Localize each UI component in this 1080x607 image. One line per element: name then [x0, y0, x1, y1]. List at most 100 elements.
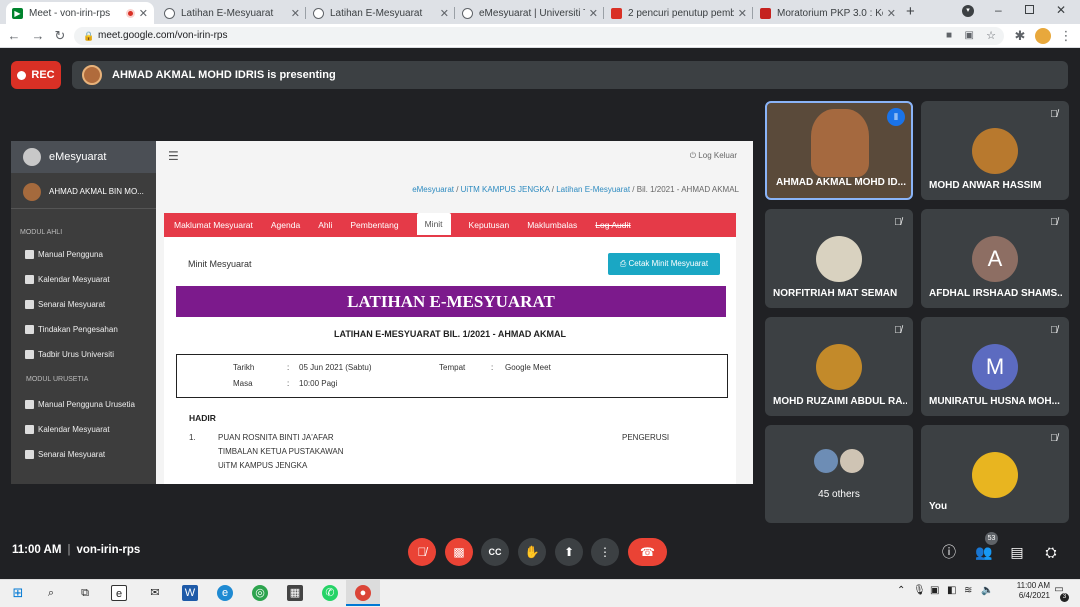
- user-avatar: [23, 182, 41, 201]
- raise-hand-button[interactable]: ✋: [518, 538, 546, 566]
- tab-meet[interactable]: ▶ Meet - von-irin-rps ✕: [6, 2, 154, 24]
- close-tab-icon[interactable]: ✕: [887, 7, 896, 20]
- taskbar-clock[interactable]: 11:00 AM 6/4/2021: [1017, 581, 1050, 601]
- logout-link[interactable]: ⏻ Log Keluar: [690, 151, 737, 161]
- video-feed: [811, 109, 869, 177]
- tab-pembentang[interactable]: Pembentang: [350, 220, 398, 230]
- people-icon[interactable]: 👥: [974, 542, 994, 562]
- edge-icon[interactable]: e: [217, 585, 233, 601]
- sidebar-item-manual[interactable]: Manual Pengguna: [25, 250, 103, 259]
- tray-chevron-icon[interactable]: ⌃: [897, 585, 905, 596]
- forward-icon[interactable]: →: [30, 28, 46, 44]
- info-icon[interactable]: ⓘ: [939, 542, 959, 562]
- camera-icon[interactable]: ■: [946, 27, 952, 45]
- whatsapp-icon[interactable]: ✆: [322, 585, 338, 601]
- sidebar-item-senarai-urusetia[interactable]: Senarai Mesyuarat: [25, 450, 105, 459]
- sidebar-item-tindakan[interactable]: Tindakan Pengesahan: [25, 325, 118, 334]
- cast-icon[interactable]: ▣: [965, 27, 974, 45]
- volume-icon[interactable]: 🔈: [981, 585, 993, 596]
- search-icon[interactable]: ⌕: [43, 585, 59, 601]
- participant-tile-presenter[interactable]: ⦀ AHMAD AKMAL MOHD ID...: [765, 101, 913, 200]
- close-tab-icon[interactable]: ✕: [139, 7, 148, 20]
- captions-button[interactable]: CC: [481, 538, 509, 566]
- mail-icon[interactable]: ✉: [147, 585, 163, 601]
- tab-maklumbalas[interactable]: Maklumbalas: [527, 220, 577, 230]
- participant-tile[interactable]: 🎙̸ A AFDHAL IRSHAAD SHAMS...: [921, 209, 1069, 308]
- colon: :: [287, 379, 290, 388]
- sidebar-item-senarai[interactable]: Senarai Mesyuarat: [25, 300, 105, 309]
- close-tab-icon[interactable]: ✕: [440, 7, 449, 20]
- print-minutes-button[interactable]: ⎙ Cetak Minit Mesyuarat: [608, 253, 720, 275]
- tab-maklumat[interactable]: Maklumat Mesyuarat: [174, 220, 253, 230]
- sidebar-item-kalendar-urusetia[interactable]: Kalendar Mesyuarat: [25, 425, 110, 434]
- masa-label: Masa: [233, 379, 253, 388]
- close-window-icon[interactable]: ✕: [1056, 3, 1066, 17]
- tab-ahli[interactable]: Ahli: [318, 220, 332, 230]
- hamburger-icon[interactable]: ☰: [168, 149, 179, 163]
- tab-moratorium[interactable]: Moratorium PKP 3.0 : Kelay ✕: [754, 2, 902, 24]
- section-modul-urusetia: MODUL URUSETIA: [26, 376, 89, 383]
- tab-keputusan[interactable]: Keputusan: [469, 220, 510, 230]
- tab-latihan-2[interactable]: Latihan E-Mesyuarat ✕: [307, 2, 455, 24]
- bookmark-star-icon[interactable]: ☆: [986, 27, 996, 45]
- reload-icon[interactable]: ↻: [52, 28, 68, 44]
- sidebar-user[interactable]: AHMAD AKMAL BIN MO...: [11, 175, 156, 209]
- address-bar[interactable]: 🔒 meet.google.com/von-irin-rps ■ ▣ ☆: [74, 27, 1004, 45]
- close-tab-icon[interactable]: ✕: [589, 7, 598, 20]
- breadcrumb-item[interactable]: eMesyuarat: [412, 185, 454, 194]
- news-icon: [611, 7, 622, 19]
- breadcrumb-item[interactable]: UiTM KAMPUS JENGKA: [461, 185, 550, 194]
- mic-toggle-button[interactable]: 🎙̸: [408, 538, 436, 566]
- extensions-icon[interactable]: ✱: [1012, 28, 1028, 44]
- meeting-tabs: Maklumat Mesyuarat Agenda Ahli Pembentan…: [164, 213, 736, 237]
- minimize-icon[interactable]: –: [995, 3, 1002, 17]
- participant-tile[interactable]: 🎙̸ M MUNIRATUL HUSNA MOH...: [921, 317, 1069, 416]
- tray-app-icon: ◧: [947, 585, 957, 596]
- close-tab-icon[interactable]: ✕: [738, 7, 747, 20]
- profile-avatar[interactable]: [1035, 28, 1051, 44]
- new-tab-button[interactable]: +: [906, 3, 915, 20]
- more-options-button[interactable]: ⋮: [591, 538, 619, 566]
- chrome-canary-icon[interactable]: ◎: [252, 585, 268, 601]
- tab-emesyuarat[interactable]: eMesyuarat | Universiti Tekn ✕: [456, 2, 604, 24]
- chrome-icon[interactable]: ●: [355, 585, 371, 601]
- tab-minit[interactable]: Minit: [416, 213, 451, 235]
- close-tab-icon[interactable]: ✕: [291, 7, 300, 20]
- chat-icon[interactable]: ▤: [1007, 542, 1027, 562]
- end-call-button[interactable]: ☎: [628, 538, 667, 566]
- section-modul-ahli: MODUL AHLI: [20, 229, 63, 236]
- camera-toggle-button[interactable]: ▩: [445, 538, 473, 566]
- calendar-icon: [25, 425, 34, 434]
- others-tile[interactable]: 45 others: [765, 425, 913, 523]
- hadir-heading: HADIR: [189, 413, 216, 423]
- activities-icon[interactable]: ⛭: [1041, 542, 1061, 562]
- restore-icon[interactable]: [1025, 5, 1034, 14]
- present-button[interactable]: ⬆: [555, 538, 583, 566]
- wifi-icon[interactable]: ≋: [964, 585, 972, 596]
- participant-tile[interactable]: 🎙̸ MOHD ANWAR HASSIM: [921, 101, 1069, 200]
- self-tile[interactable]: 🎙̸ You: [921, 425, 1069, 523]
- tab-search-icon[interactable]: ▾: [962, 5, 974, 17]
- tab-agenda[interactable]: Agenda: [271, 220, 300, 230]
- breadcrumb-item[interactable]: Latihan E-Mesyuarat: [556, 185, 630, 194]
- participant-tile[interactable]: 🎙̸ MOHD RUZAIMI ABDUL RA...: [765, 317, 913, 416]
- windows-start-icon[interactable]: ⊞: [10, 585, 26, 601]
- sidebar-item-kalendar[interactable]: Kalendar Mesyuarat: [25, 275, 110, 284]
- tab-log-audit[interactable]: Log Audit: [595, 220, 630, 230]
- sidebar-item-manual-urusetia[interactable]: Manual Pengguna Urusetia: [25, 400, 135, 409]
- calculator-icon[interactable]: ▦: [287, 585, 303, 601]
- participant-name: MOHD ANWAR HASSIM: [929, 180, 1042, 191]
- sidebar-item-tadbir[interactable]: Tadbir Urus Universiti: [25, 350, 114, 359]
- tab-pencuri[interactable]: 2 pencuri penutup pemben ✕: [605, 2, 753, 24]
- attendee-name: PUAN ROSNITA BINTI JA'AFAR: [218, 433, 334, 442]
- word-icon[interactable]: W: [182, 585, 198, 601]
- tarikh-value: 05 Jun 2021 (Sabtu): [299, 363, 372, 372]
- participant-tile[interactable]: 🎙̸ NORFITRIAH MAT SEMAN: [765, 209, 913, 308]
- minit-content: Minit Mesyuarat ⎙ Cetak Minit Mesyuarat …: [164, 237, 736, 484]
- edge-legacy-icon[interactable]: e: [111, 585, 127, 601]
- tab-latihan-1[interactable]: Latihan E-Mesyuarat ✕: [158, 2, 306, 24]
- back-icon[interactable]: ←: [6, 28, 22, 44]
- task-view-icon[interactable]: ⧉: [77, 585, 93, 601]
- menu-icon[interactable]: ⋮: [1058, 28, 1074, 44]
- participant-name: NORFITRIAH MAT SEMAN: [773, 288, 898, 299]
